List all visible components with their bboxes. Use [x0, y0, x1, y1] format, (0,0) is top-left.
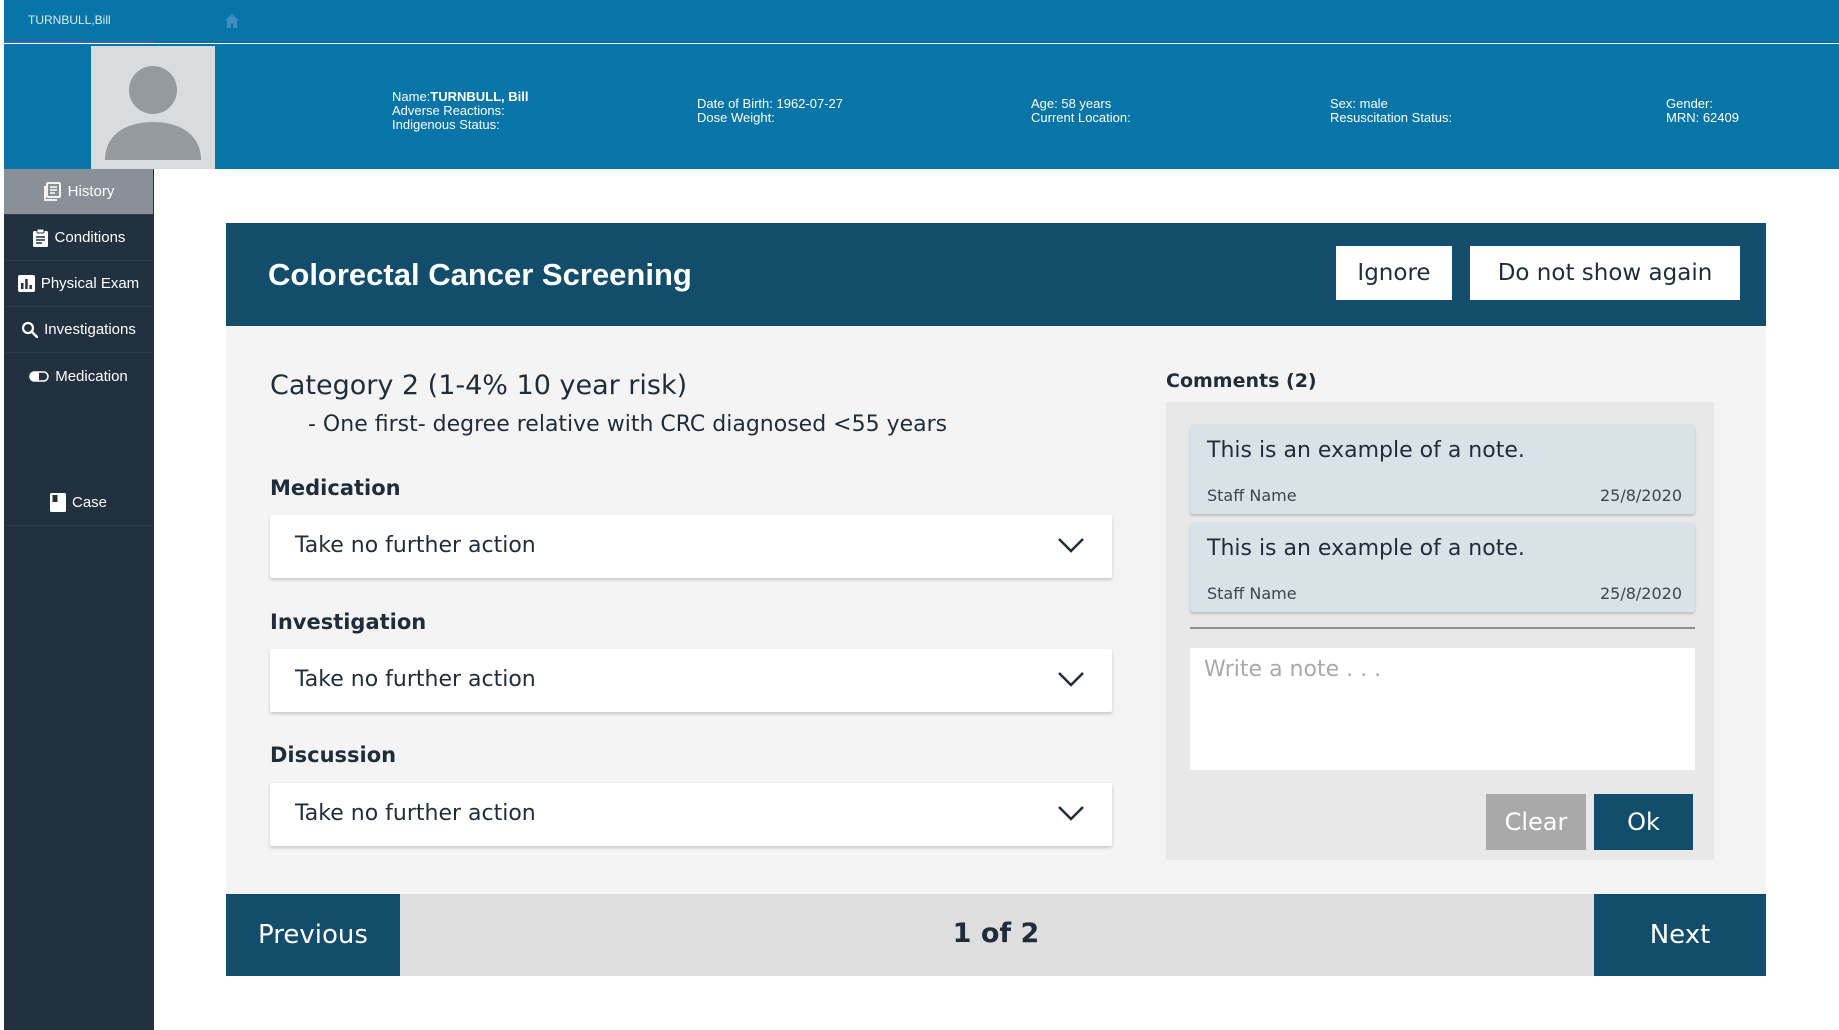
medication-label: Medication: [270, 476, 401, 500]
sidebar-item-label: Conditions: [54, 229, 126, 246]
sidebar-item-history[interactable]: History: [4, 169, 153, 215]
discussion-select-value: Take no further action: [295, 801, 536, 826]
note-text: This is an example of a note.: [1207, 438, 1525, 463]
indigenous-status: Indigenous Status:: [392, 117, 500, 132]
patient-info-col-3: Age: 58 years Current Location:: [1031, 97, 1131, 125]
patient-info-col-1: Name:TURNBULL, Bill Adverse Reactions: I…: [392, 90, 529, 132]
screening-card-body: Category 2 (1-4% 10 year risk) - One fir…: [226, 326, 1766, 894]
ok-button[interactable]: Ok: [1594, 794, 1693, 850]
comments-panel: This is an example of a note. Staff Name…: [1166, 402, 1714, 860]
sidebar-item-label: History: [67, 183, 115, 200]
pager: 1 of 2 Previous Next: [226, 894, 1766, 976]
date-of-birth: Date of Birth: 1962-07-27: [697, 96, 843, 111]
comment-note: This is an example of a note. Staff Name…: [1190, 522, 1695, 612]
category-title: Category 2 (1-4% 10 year risk): [270, 370, 688, 401]
sidebar-item-investigations[interactable]: Investigations: [4, 307, 153, 353]
category-detail: - One first- degree relative with CRC di…: [308, 412, 948, 437]
next-button[interactable]: Next: [1594, 894, 1766, 976]
patient-info-col-5: Gender: MRN: 62409: [1666, 97, 1739, 125]
patient-sex: Sex: male: [1330, 96, 1388, 111]
bar-chart-icon: [17, 275, 35, 292]
sidebar-item-case[interactable]: Case: [4, 480, 153, 526]
chevron-down-icon: [1058, 672, 1084, 687]
sidebar-item-physical-exam[interactable]: Physical Exam: [4, 261, 153, 307]
patient-age: Age: 58 years: [1031, 96, 1112, 111]
page-count: 1 of 2: [952, 918, 1040, 949]
medication-select-value: Take no further action: [295, 533, 536, 558]
resuscitation-status: Resuscitation Status:: [1330, 110, 1453, 125]
ignore-button[interactable]: Ignore: [1336, 246, 1452, 300]
history-icon: [43, 182, 61, 201]
comments-divider: [1190, 627, 1695, 629]
search-icon: [22, 321, 39, 338]
sidebar-item-label: Investigations: [44, 321, 136, 338]
medication-select[interactable]: Take no further action: [270, 515, 1112, 578]
chevron-down-icon: [1058, 806, 1084, 821]
patient-name: Name:TURNBULL, Bill: [392, 89, 529, 104]
adverse-reactions: Adverse Reactions:: [392, 103, 505, 118]
dose-weight: Dose Weight:: [697, 110, 775, 125]
patient-info-col-4: Sex: male Resuscitation Status:: [1330, 97, 1452, 125]
patient-banner: Name:TURNBULL, Bill Adverse Reactions: I…: [4, 44, 1839, 169]
pill-icon: [29, 370, 50, 382]
investigation-select-value: Take no further action: [295, 667, 536, 692]
comments-label: Comments (2): [1166, 370, 1317, 392]
avatar: [91, 46, 215, 169]
previous-button[interactable]: Previous: [226, 894, 400, 976]
patient-gender: Gender:: [1666, 96, 1713, 111]
chevron-down-icon: [1058, 538, 1084, 553]
book-icon: [49, 493, 66, 512]
patient-short-name[interactable]: TURNBULL,Bill: [28, 13, 111, 27]
do-not-show-again-button[interactable]: Do not show again: [1470, 246, 1740, 300]
note-date: 25/8/2020: [1599, 584, 1682, 603]
note-date: 25/8/2020: [1599, 486, 1682, 505]
active-tab-indicator: [4, 41, 154, 43]
note-staff: Staff Name: [1207, 584, 1297, 603]
discussion-select[interactable]: Take no further action: [270, 783, 1112, 846]
sidebar-item-conditions[interactable]: Conditions: [4, 215, 153, 261]
sidebar-item-label: Medication: [55, 367, 128, 385]
screening-card-header: Colorectal Cancer Screening Ignore Do no…: [226, 223, 1766, 326]
card-title: Colorectal Cancer Screening: [268, 257, 692, 292]
comment-note: This is an example of a note. Staff Name…: [1190, 424, 1695, 514]
note-staff: Staff Name: [1207, 486, 1297, 505]
investigation-select[interactable]: Take no further action: [270, 649, 1112, 712]
clear-button[interactable]: Clear: [1486, 794, 1586, 850]
current-location: Current Location:: [1031, 110, 1131, 125]
sidebar: History Conditions Physical Exam Investi…: [4, 169, 154, 1030]
patient-mrn: MRN: 62409: [1666, 110, 1739, 125]
sidebar-item-label: Physical Exam: [40, 275, 140, 292]
note-text: This is an example of a note.: [1207, 536, 1525, 561]
clipboard-icon: [32, 228, 48, 247]
patient-info-col-2: Date of Birth: 1962-07-27 Dose Weight:: [697, 97, 843, 125]
sidebar-item-label: Case: [71, 494, 108, 511]
sidebar-item-medication[interactable]: Medication: [4, 353, 153, 399]
top-bar: TURNBULL,Bill: [4, 0, 1839, 43]
home-icon[interactable]: [223, 12, 241, 30]
investigation-label: Investigation: [270, 610, 427, 634]
discussion-label: Discussion: [270, 743, 397, 767]
note-input[interactable]: [1190, 648, 1695, 770]
